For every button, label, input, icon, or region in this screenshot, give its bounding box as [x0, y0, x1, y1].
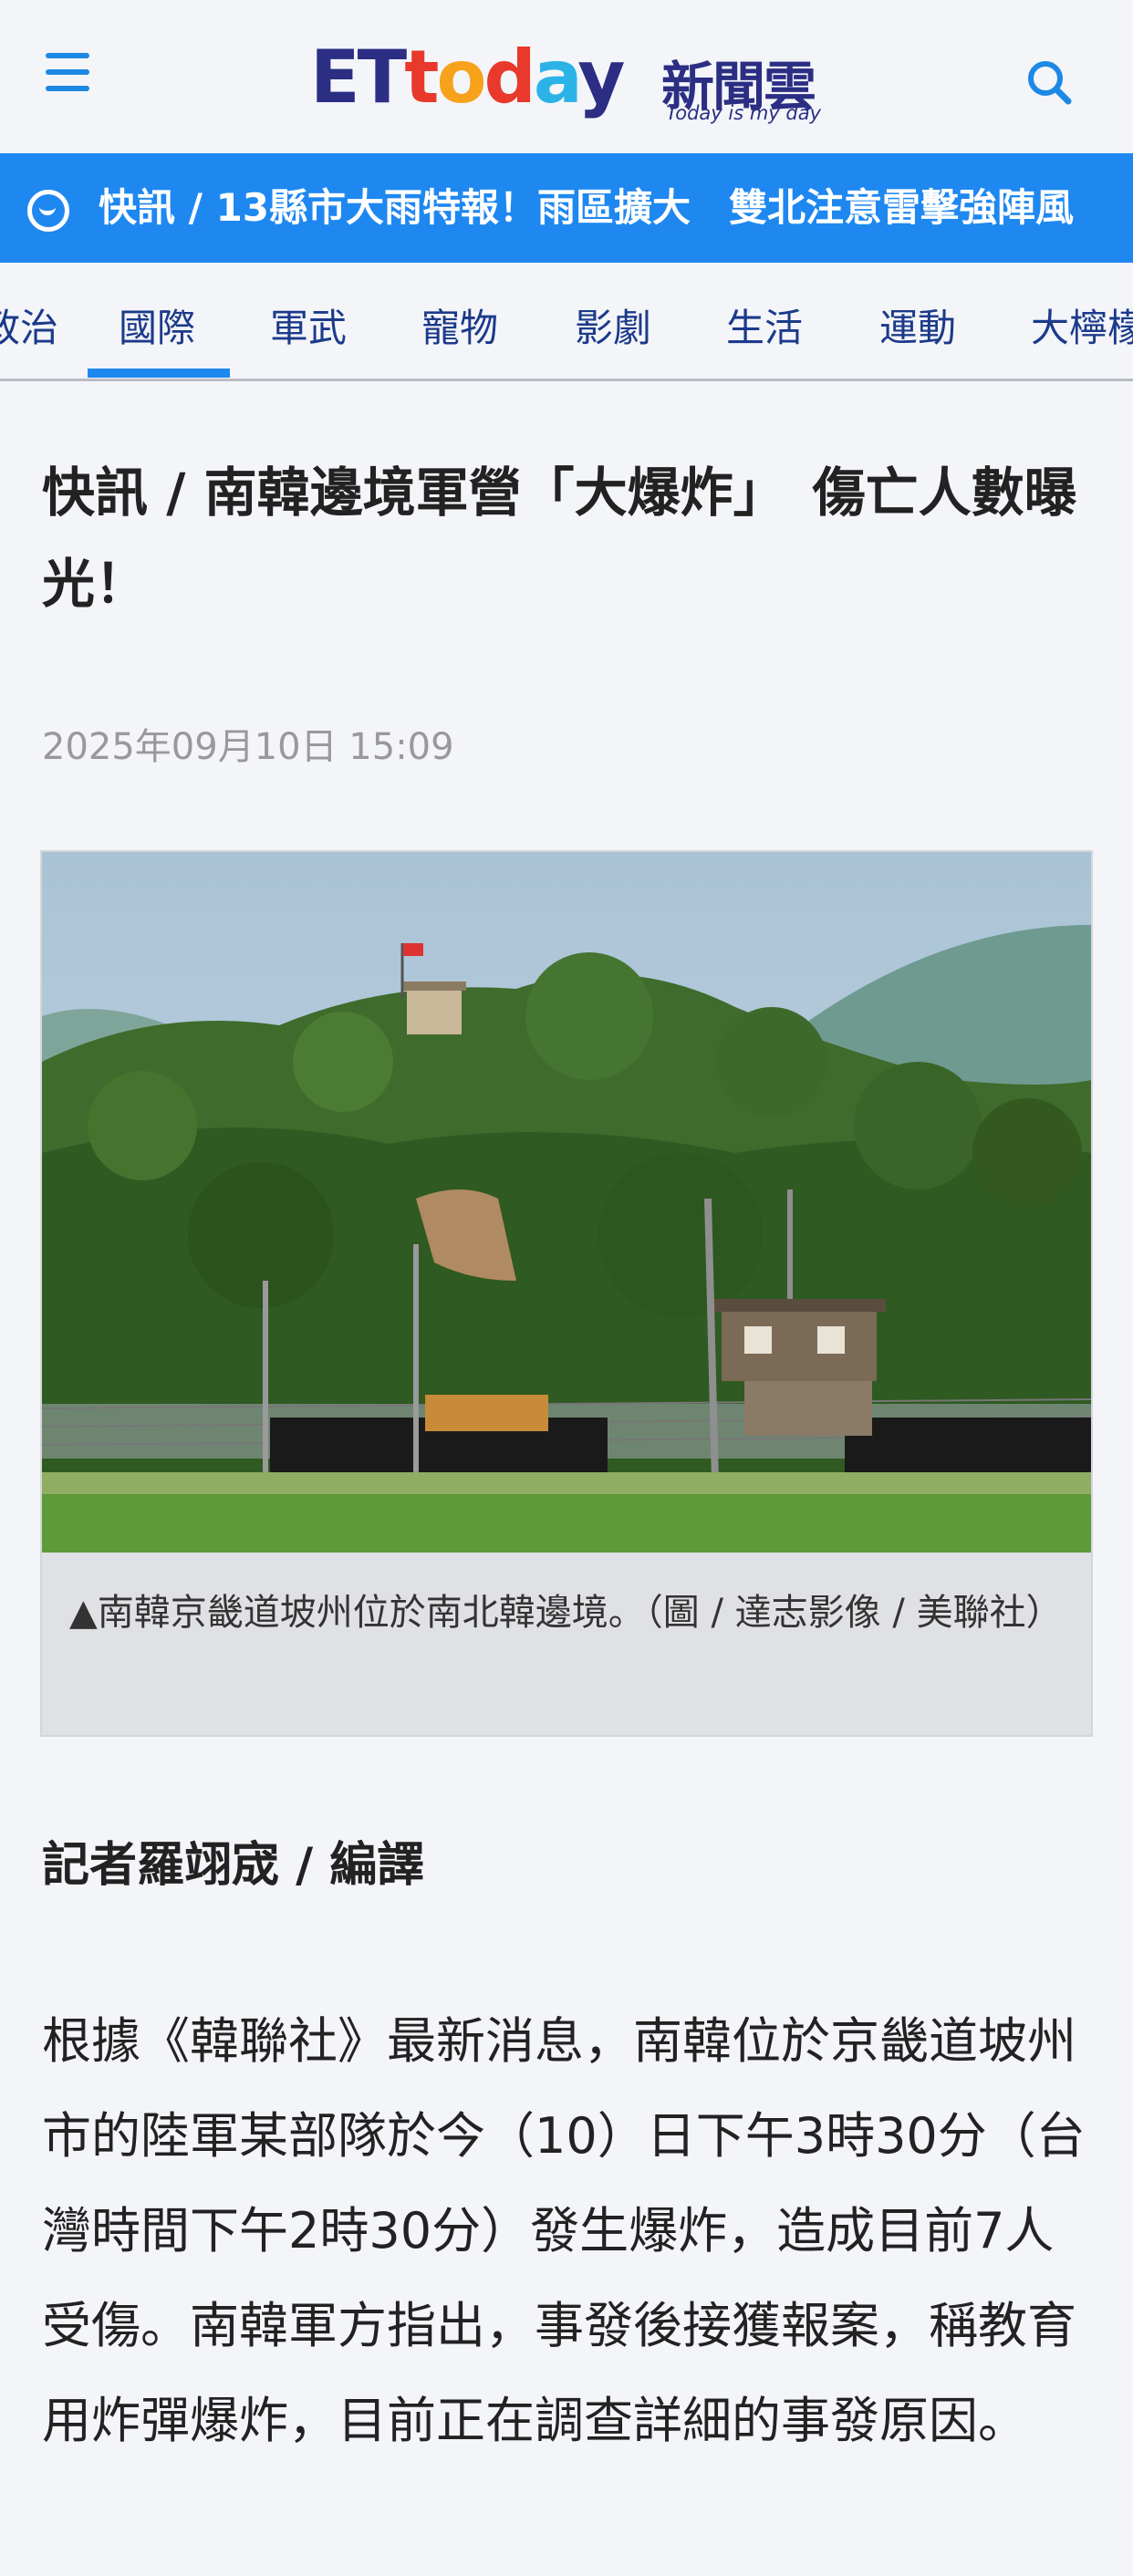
tab-pets[interactable]: 寵物	[421, 297, 498, 353]
tab-military[interactable]: 軍武	[270, 297, 347, 353]
ettoday-logo[interactable]: ETtoday 新聞雲 Today is my day	[310, 36, 839, 137]
article-date: 2025年09月10日 15:09	[42, 726, 454, 768]
search-icon[interactable]	[1025, 58, 1073, 106]
breaking-news-text[interactable]: 快訊 / 13縣市大雨特報！雨區擴大 雙北注意雷擊強陣風	[99, 179, 1074, 237]
category-nav: 政治 國際 軍武 寵物 影劇 生活 運動 大檸檬	[0, 263, 1133, 381]
tab-international[interactable]: 國際	[119, 297, 195, 353]
tab-big-lemon[interactable]: 大檸檬	[1031, 297, 1133, 353]
breaking-news-bar[interactable]: 快訊 / 13縣市大雨特報！雨區擴大 雙北注意雷擊強陣風	[0, 153, 1133, 263]
smile-circle-icon	[27, 190, 69, 232]
tab-politics[interactable]: 政治	[0, 297, 58, 353]
site-header: ETtoday 新聞雲 Today is my day	[0, 0, 1133, 153]
tab-sports[interactable]: 運動	[879, 297, 956, 353]
logo-tagline: Today is my day	[666, 102, 822, 124]
active-tab-indicator	[88, 369, 230, 378]
article-photo[interactable]	[42, 852, 1091, 1553]
article-title: 快訊 / 南韓邊境軍營「大爆炸」 傷亡人數曝光！	[42, 462, 1077, 615]
tab-life[interactable]: 生活	[726, 297, 803, 353]
logo-wordmark: ETtoday	[310, 35, 625, 119]
article-figure: ▲南韓京畿道坡州位於南北韓邊境。（圖 / 達志影像 / 美聯社）	[40, 850, 1093, 1737]
article-byline: 記者羅翊宬 / 編譯	[42, 1838, 425, 1893]
image-caption: ▲南韓京畿道坡州位於南北韓邊境。（圖 / 達志影像 / 美聯社）	[69, 1592, 1063, 1634]
article-body: 根據《韓聯社》最新消息，南韓位於京畿道坡州市的陸軍某部隊於今（10）日下午3時3…	[42, 2012, 1086, 2449]
tab-entertainment[interactable]: 影劇	[575, 297, 651, 353]
hamburger-menu-icon[interactable]	[46, 49, 91, 95]
